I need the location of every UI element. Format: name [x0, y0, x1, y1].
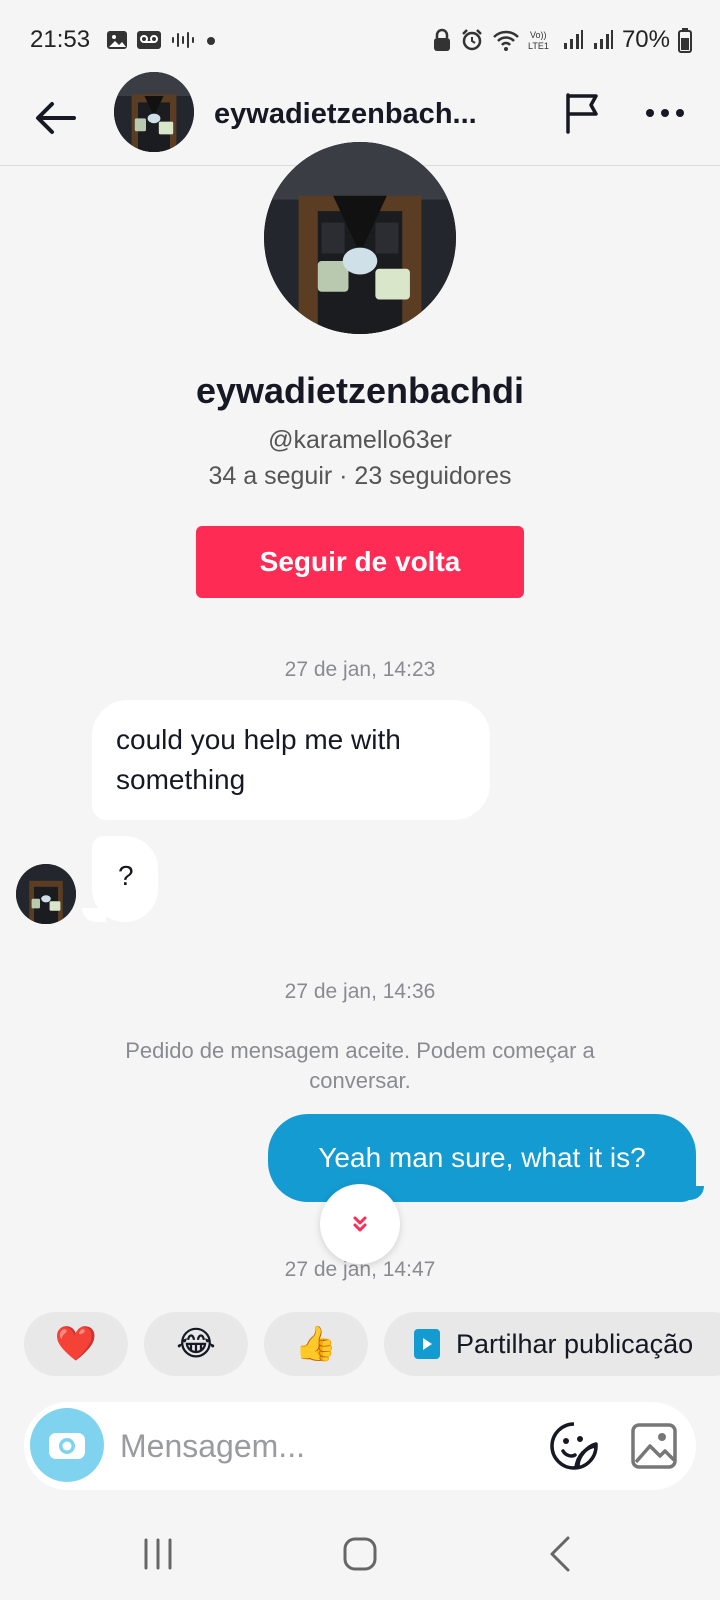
flag-icon: [566, 93, 598, 134]
sender-avatar[interactable]: [16, 864, 76, 924]
system-back-button[interactable]: [540, 1532, 580, 1576]
back-arrow-icon: [36, 102, 76, 134]
share-post-label: Partilhar publicação: [456, 1328, 694, 1359]
follow-back-button[interactable]: Seguir de volta: [196, 526, 524, 598]
lock-icon: [433, 28, 450, 51]
share-post-icon: [414, 1329, 440, 1359]
header-avatar[interactable]: [114, 72, 194, 152]
message-timestamp: 27 de jan, 14:36: [284, 980, 436, 1003]
profile-name: eywadietzenbachdi: [195, 370, 525, 411]
alarm-icon: [462, 29, 482, 51]
quick-reply-laugh[interactable]: 😂: [144, 1312, 248, 1376]
audio-wave-icon: [172, 32, 194, 48]
battery-icon: [678, 28, 692, 53]
chevron-left-icon: [550, 1536, 570, 1572]
status-time: 21:53: [30, 26, 91, 53]
incoming-message[interactable]: could you help me with something: [92, 700, 490, 820]
double-chevron-down-icon: [353, 1216, 367, 1232]
more-icon-dot: [676, 109, 684, 117]
message-timestamp: 27 de jan, 14:23: [284, 658, 436, 681]
status-icons-right: Vo)) LTE1 70%: [432, 26, 692, 54]
recent-apps-icon: [144, 1538, 172, 1570]
profile-stats: 34 a seguir · 23 seguidores: [208, 462, 512, 490]
more-icon-dot: [661, 109, 669, 117]
notification-dot-icon: [207, 37, 215, 45]
camera-icon: [49, 1433, 85, 1459]
more-button[interactable]: [640, 96, 690, 130]
recent-apps-button[interactable]: [140, 1536, 180, 1572]
volte-icon: Vo))LTE1: [528, 30, 549, 51]
avatar-image: [264, 142, 456, 334]
profile-handle: @karamello63er: [268, 426, 452, 454]
home-icon: [343, 1537, 377, 1571]
header-username[interactable]: eywadietzenbach...: [214, 98, 534, 131]
share-post-button[interactable]: Partilhar publicação: [384, 1312, 720, 1376]
sticker-button[interactable]: [548, 1420, 600, 1472]
avatar-image: [16, 864, 76, 924]
status-bar: 21:53 Vo)) LTE1 70%: [0, 0, 720, 82]
status-icons-left: [106, 29, 218, 51]
quick-reply-thumbs-up[interactable]: 👍: [264, 1312, 368, 1376]
battery-percentage: 70%: [621, 26, 670, 53]
svg-text:Vo)): Vo)): [530, 30, 547, 40]
quick-reply-heart[interactable]: ❤️: [24, 1312, 128, 1376]
image-icon: [107, 31, 127, 49]
gallery-button[interactable]: [628, 1420, 680, 1472]
home-button[interactable]: [340, 1534, 380, 1574]
back-button[interactable]: [30, 92, 82, 144]
gallery-icon: [631, 1423, 677, 1469]
system-notice: Pedido de mensagem aceite. Podem começar…: [125, 1038, 595, 1093]
signal-icon: [593, 30, 613, 49]
more-icon: [646, 109, 654, 117]
message-input[interactable]: [120, 1418, 520, 1474]
report-button[interactable]: [560, 90, 606, 136]
wifi-icon: [493, 30, 519, 51]
scroll-to-bottom-button[interactable]: [320, 1184, 400, 1264]
camera-button[interactable]: [30, 1408, 104, 1482]
sticker-smiley-icon: [550, 1422, 598, 1470]
outgoing-message[interactable]: Yeah man sure, what it is?: [268, 1114, 696, 1202]
avatar-image: [114, 72, 194, 152]
voicemail-icon: [137, 31, 161, 49]
signal-icon: [563, 30, 583, 49]
laughing-emoji-icon: 😂: [176, 1325, 216, 1363]
svg-text:LTE1: LTE1: [528, 41, 549, 51]
incoming-message[interactable]: ?: [92, 836, 158, 922]
thumbs-up-icon: 👍: [294, 1325, 338, 1363]
heart-icon: ❤️: [54, 1325, 98, 1363]
profile-avatar[interactable]: [264, 142, 456, 334]
